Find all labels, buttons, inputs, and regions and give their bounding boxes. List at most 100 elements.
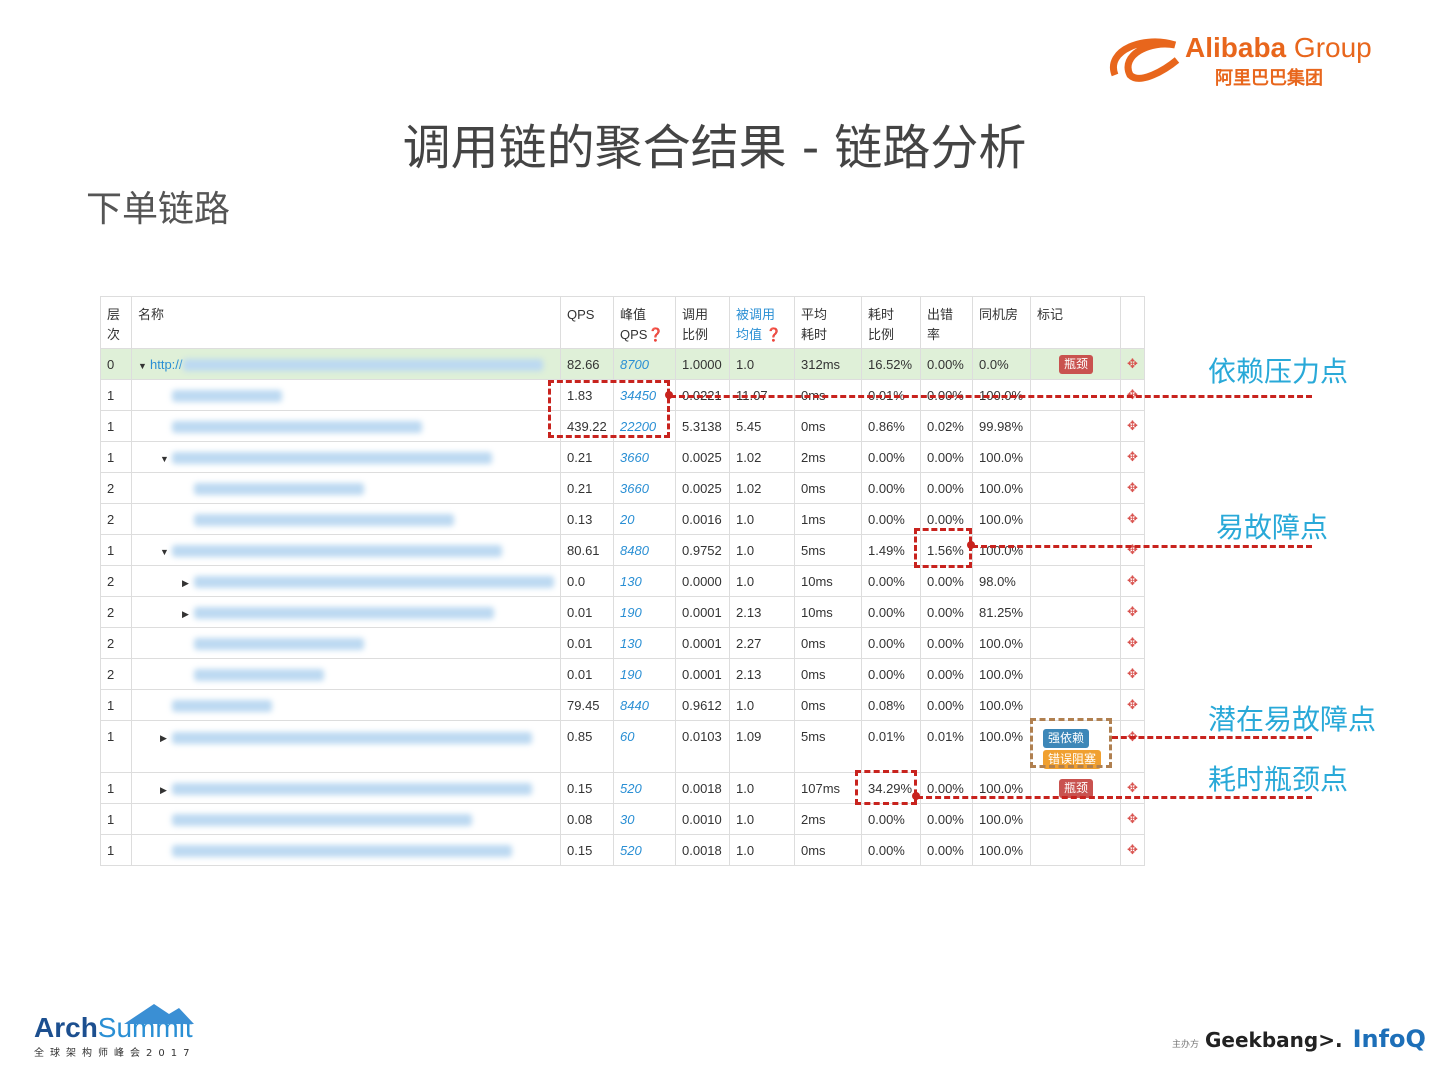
locate-icon[interactable]: ✥ — [1120, 627, 1145, 659]
cell-avg_time: 0ms — [794, 472, 862, 504]
cell-name[interactable] — [131, 410, 561, 442]
locate-icon[interactable]: ✥ — [1120, 410, 1145, 442]
caret-down-icon[interactable]: ▼ — [138, 361, 150, 371]
table-row[interactable]: 1 ▶ 0.85 60 0.0103 1.09 5ms 0.01% 0.01% 100.0% 强依赖… — [100, 720, 1145, 773]
cell-name[interactable] — [131, 834, 561, 866]
blurred-service-name[interactable] — [194, 483, 364, 496]
cell-peak[interactable]: 30 — [613, 803, 676, 835]
cell-name[interactable] — [131, 472, 561, 504]
cell-peak[interactable]: 130 — [613, 565, 676, 597]
cell-peak[interactable]: 60 — [613, 720, 676, 773]
cell-name[interactable]: ▼ http:// — [131, 348, 561, 380]
cell-name[interactable] — [131, 803, 561, 835]
table-row[interactable]: 1 0.15 520 0.0018 1.0 0ms 0.00% 0.00% 100.0% ✥ — [100, 834, 1145, 866]
blurred-service-name[interactable] — [182, 359, 543, 372]
caret-right-icon[interactable]: ▶ — [160, 785, 172, 796]
cell-name[interactable] — [131, 379, 561, 411]
cell-peak[interactable]: 3660 — [613, 441, 676, 473]
caret-right-icon[interactable]: ▶ — [182, 578, 194, 589]
cell-name[interactable] — [131, 689, 561, 721]
cell-peak[interactable]: 520 — [613, 772, 676, 804]
locate-icon[interactable]: ✥ — [1120, 565, 1145, 597]
cell-name[interactable]: ▼ — [131, 534, 561, 566]
caret-right-icon[interactable]: ▶ — [160, 733, 172, 744]
caret-down-icon[interactable]: ▼ — [160, 454, 172, 464]
locate-icon[interactable]: ✥ — [1120, 658, 1145, 690]
cell-peak[interactable]: 8440 — [613, 689, 676, 721]
cell-name[interactable]: ▶ — [131, 772, 561, 804]
cell-name[interactable] — [131, 658, 561, 690]
fault-box — [914, 528, 972, 568]
column-header[interactable]: QPS — [560, 296, 614, 349]
blurred-service-name[interactable] — [172, 421, 422, 434]
table-row[interactable]: 2 ▶ 0.01 190 0.0001 2.13 10ms 0.00% 0.00% 81.25% ✥ — [100, 596, 1145, 628]
cell-peak[interactable]: 3660 — [613, 472, 676, 504]
caret-down-icon[interactable]: ▼ — [160, 547, 172, 557]
blurred-service-name[interactable] — [172, 814, 472, 827]
column-header[interactable] — [1120, 296, 1145, 349]
column-header[interactable]: 出错 率 — [920, 296, 973, 349]
locate-icon[interactable]: ✥ — [1120, 689, 1145, 721]
cell-peak[interactable]: 8700 — [613, 348, 676, 380]
latent-box — [1030, 718, 1112, 768]
locate-icon[interactable]: ✥ — [1120, 441, 1145, 473]
blurred-service-name[interactable] — [172, 452, 492, 465]
blurred-service-name[interactable] — [172, 390, 282, 403]
cell-name[interactable]: ▼ — [131, 441, 561, 473]
column-header[interactable]: 被调用 均值 ❓ — [729, 296, 795, 349]
cell-peak[interactable]: 520 — [613, 834, 676, 866]
caret-right-icon[interactable]: ▶ — [182, 609, 194, 620]
column-header[interactable]: 调用 比例 — [675, 296, 730, 349]
locate-icon[interactable]: ✥ — [1120, 720, 1145, 773]
locate-icon[interactable]: ✥ — [1120, 596, 1145, 628]
blurred-service-name[interactable] — [172, 731, 532, 744]
locate-icon[interactable]: ✥ — [1120, 534, 1145, 566]
blurred-service-name[interactable] — [172, 783, 532, 796]
table-row[interactable]: 2 ▶ 0.0 130 0.0000 1.0 10ms 0.00% 0.00% 98.0% ✥ — [100, 565, 1145, 597]
locate-icon[interactable]: ✥ — [1120, 348, 1145, 380]
table-row[interactable]: 2 0.01 130 0.0001 2.27 0ms 0.00% 0.00% 100.0% ✥ — [100, 627, 1145, 659]
blurred-service-name[interactable] — [194, 576, 554, 589]
blurred-service-name[interactable] — [172, 845, 512, 858]
cell-name[interactable]: ▶ — [131, 596, 561, 628]
locate-icon[interactable]: ✥ — [1120, 803, 1145, 835]
locate-icon[interactable]: ✥ — [1120, 503, 1145, 535]
blurred-service-name[interactable] — [172, 545, 502, 558]
cell-name[interactable] — [131, 503, 561, 535]
blurred-service-name[interactable] — [194, 514, 454, 527]
cell-name[interactable] — [131, 627, 561, 659]
table-row[interactable]: 2 0.01 190 0.0001 2.13 0ms 0.00% 0.00% 100.0% ✥ — [100, 658, 1145, 690]
cell-name[interactable]: ▶ — [131, 720, 561, 773]
cell-ratio: 1.0000 — [675, 348, 730, 380]
cell-peak[interactable]: 190 — [613, 658, 676, 690]
table-row[interactable]: 1 ▼ 80.61 8480 0.9752 1.0 5ms 1.49% 1.56% 100.0% ✥ — [100, 534, 1145, 566]
locate-icon[interactable]: ✥ — [1120, 472, 1145, 504]
cell-peak[interactable]: 130 — [613, 627, 676, 659]
column-header[interactable]: 平均 耗时 — [794, 296, 862, 349]
table-row[interactable]: 2 0.13 20 0.0016 1.0 1ms 0.00% 0.00% 100.0% ✥ — [100, 503, 1145, 535]
cell-peak[interactable]: 20 — [613, 503, 676, 535]
column-header[interactable]: 名称 — [131, 296, 561, 349]
cell-same_room: 98.0% — [972, 565, 1031, 597]
name-link-prefix[interactable]: http:// — [150, 357, 183, 372]
blurred-service-name[interactable] — [194, 669, 324, 682]
blurred-service-name[interactable] — [172, 700, 272, 713]
cell-time_ratio: 0.00% — [861, 803, 921, 835]
cell-avg_called: 1.02 — [729, 472, 795, 504]
column-header[interactable]: 耗时 比例 — [861, 296, 921, 349]
table-row[interactable]: 2 0.21 3660 0.0025 1.02 0ms 0.00% 0.00% 100.0% ✥ — [100, 472, 1145, 504]
cell-name[interactable]: ▶ — [131, 565, 561, 597]
locate-icon[interactable]: ✥ — [1120, 834, 1145, 866]
column-header[interactable]: 层 次 — [100, 296, 132, 349]
blurred-service-name[interactable] — [194, 607, 494, 620]
blurred-service-name[interactable] — [194, 638, 364, 651]
column-header[interactable]: 同机房 — [972, 296, 1031, 349]
table-row[interactable]: 0 ▼ http://82.66 8700 1.0000 1.0 312ms 16.52% 0.… — [100, 348, 1145, 380]
table-row[interactable]: 1 0.08 30 0.0010 1.0 2ms 0.00% 0.00% 100.0% ✥ — [100, 803, 1145, 835]
cell-peak[interactable]: 8480 — [613, 534, 676, 566]
column-header[interactable]: 标记 — [1030, 296, 1121, 349]
column-header[interactable]: 峰值 QPS❓ — [613, 296, 676, 349]
table-row[interactable]: 1 ▼ 0.21 3660 0.0025 1.02 2ms 0.00% 0.00% 100.0% ✥ — [100, 441, 1145, 473]
table-row[interactable]: 1 79.45 8440 0.9612 1.0 0ms 0.08% 0.00% 100.0% ✥ — [100, 689, 1145, 721]
cell-peak[interactable]: 190 — [613, 596, 676, 628]
